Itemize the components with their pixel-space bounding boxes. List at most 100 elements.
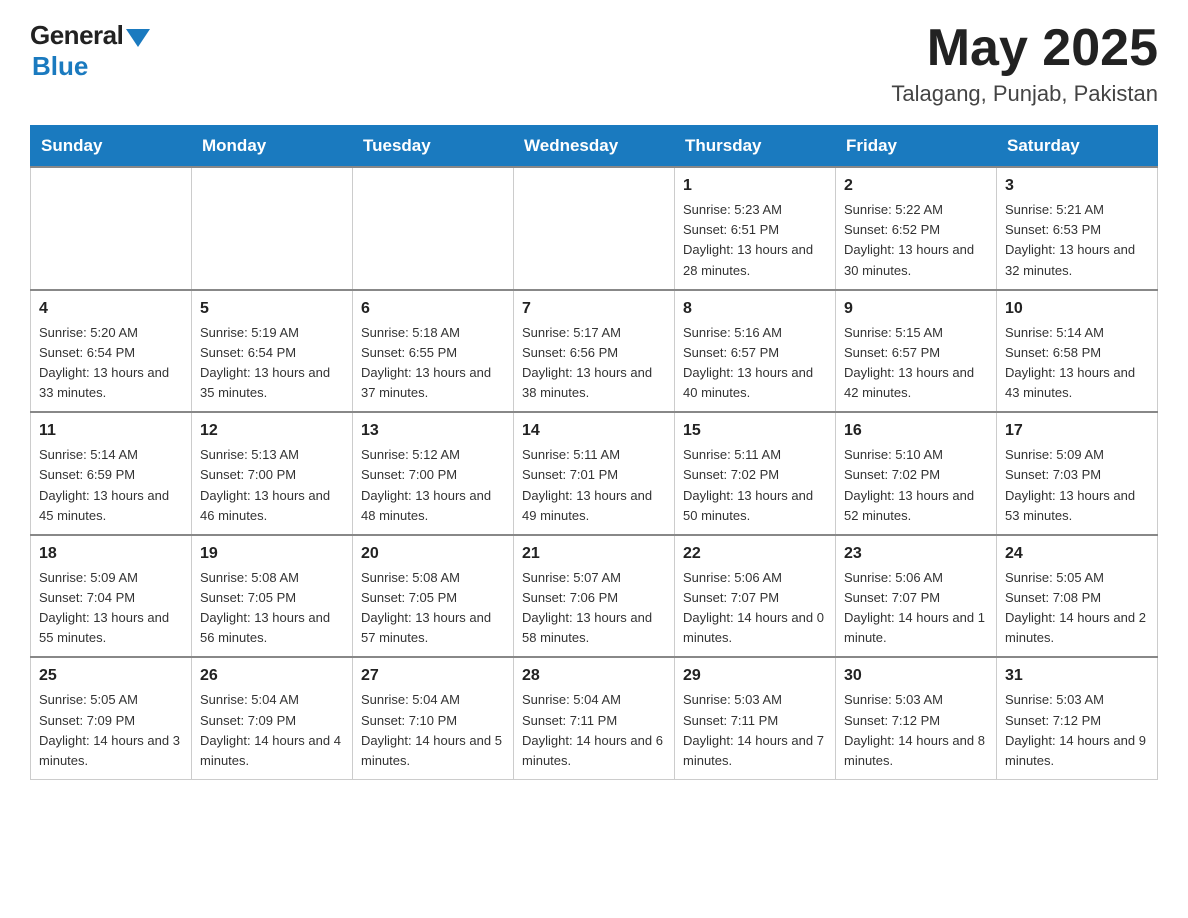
weekday-header-thursday: Thursday: [675, 126, 836, 168]
calendar-cell: 17Sunrise: 5:09 AMSunset: 7:03 PMDayligh…: [997, 412, 1158, 535]
day-number: 18: [39, 542, 183, 566]
calendar-cell: 13Sunrise: 5:12 AMSunset: 7:00 PMDayligh…: [353, 412, 514, 535]
day-number: 5: [200, 297, 344, 321]
calendar-cell: 10Sunrise: 5:14 AMSunset: 6:58 PMDayligh…: [997, 290, 1158, 413]
calendar-cell: 30Sunrise: 5:03 AMSunset: 7:12 PMDayligh…: [836, 657, 997, 779]
day-number: 6: [361, 297, 505, 321]
page-header: General Blue May 2025 Talagang, Punjab, …: [30, 20, 1158, 107]
week-row-5: 25Sunrise: 5:05 AMSunset: 7:09 PMDayligh…: [31, 657, 1158, 779]
calendar-cell: 20Sunrise: 5:08 AMSunset: 7:05 PMDayligh…: [353, 535, 514, 658]
calendar-cell: 27Sunrise: 5:04 AMSunset: 7:10 PMDayligh…: [353, 657, 514, 779]
day-number: 17: [1005, 419, 1149, 443]
day-number: 26: [200, 664, 344, 688]
calendar-cell: 25Sunrise: 5:05 AMSunset: 7:09 PMDayligh…: [31, 657, 192, 779]
day-info: Sunrise: 5:19 AMSunset: 6:54 PMDaylight:…: [200, 323, 344, 404]
calendar-cell: 5Sunrise: 5:19 AMSunset: 6:54 PMDaylight…: [192, 290, 353, 413]
day-number: 28: [522, 664, 666, 688]
day-info: Sunrise: 5:03 AMSunset: 7:12 PMDaylight:…: [1005, 690, 1149, 771]
week-row-3: 11Sunrise: 5:14 AMSunset: 6:59 PMDayligh…: [31, 412, 1158, 535]
calendar-cell: 21Sunrise: 5:07 AMSunset: 7:06 PMDayligh…: [514, 535, 675, 658]
logo: General Blue: [30, 20, 150, 82]
day-info: Sunrise: 5:21 AMSunset: 6:53 PMDaylight:…: [1005, 200, 1149, 281]
day-info: Sunrise: 5:03 AMSunset: 7:11 PMDaylight:…: [683, 690, 827, 771]
logo-arrow-icon: [126, 29, 150, 47]
day-number: 23: [844, 542, 988, 566]
day-number: 13: [361, 419, 505, 443]
calendar-cell: 9Sunrise: 5:15 AMSunset: 6:57 PMDaylight…: [836, 290, 997, 413]
calendar-cell: 22Sunrise: 5:06 AMSunset: 7:07 PMDayligh…: [675, 535, 836, 658]
week-row-4: 18Sunrise: 5:09 AMSunset: 7:04 PMDayligh…: [31, 535, 1158, 658]
day-number: 31: [1005, 664, 1149, 688]
day-number: 9: [844, 297, 988, 321]
day-number: 16: [844, 419, 988, 443]
calendar-cell: [31, 167, 192, 290]
day-number: 22: [683, 542, 827, 566]
day-info: Sunrise: 5:18 AMSunset: 6:55 PMDaylight:…: [361, 323, 505, 404]
calendar-cell: 23Sunrise: 5:06 AMSunset: 7:07 PMDayligh…: [836, 535, 997, 658]
day-info: Sunrise: 5:11 AMSunset: 7:02 PMDaylight:…: [683, 445, 827, 526]
day-number: 1: [683, 174, 827, 198]
day-number: 4: [39, 297, 183, 321]
day-number: 19: [200, 542, 344, 566]
day-info: Sunrise: 5:22 AMSunset: 6:52 PMDaylight:…: [844, 200, 988, 281]
day-number: 7: [522, 297, 666, 321]
title-section: May 2025 Talagang, Punjab, Pakistan: [891, 20, 1158, 107]
calendar-cell: 31Sunrise: 5:03 AMSunset: 7:12 PMDayligh…: [997, 657, 1158, 779]
calendar-cell: [514, 167, 675, 290]
logo-blue-text: Blue: [32, 51, 88, 82]
day-info: Sunrise: 5:06 AMSunset: 7:07 PMDaylight:…: [844, 568, 988, 649]
logo-general-text: General: [30, 20, 123, 51]
calendar-cell: 4Sunrise: 5:20 AMSunset: 6:54 PMDaylight…: [31, 290, 192, 413]
day-info: Sunrise: 5:08 AMSunset: 7:05 PMDaylight:…: [361, 568, 505, 649]
calendar-cell: 16Sunrise: 5:10 AMSunset: 7:02 PMDayligh…: [836, 412, 997, 535]
day-number: 27: [361, 664, 505, 688]
calendar-cell: 8Sunrise: 5:16 AMSunset: 6:57 PMDaylight…: [675, 290, 836, 413]
calendar-cell: 12Sunrise: 5:13 AMSunset: 7:00 PMDayligh…: [192, 412, 353, 535]
day-info: Sunrise: 5:03 AMSunset: 7:12 PMDaylight:…: [844, 690, 988, 771]
day-number: 10: [1005, 297, 1149, 321]
calendar-cell: 19Sunrise: 5:08 AMSunset: 7:05 PMDayligh…: [192, 535, 353, 658]
day-number: 11: [39, 419, 183, 443]
calendar-cell: 14Sunrise: 5:11 AMSunset: 7:01 PMDayligh…: [514, 412, 675, 535]
day-info: Sunrise: 5:14 AMSunset: 6:58 PMDaylight:…: [1005, 323, 1149, 404]
calendar-cell: 29Sunrise: 5:03 AMSunset: 7:11 PMDayligh…: [675, 657, 836, 779]
day-info: Sunrise: 5:04 AMSunset: 7:09 PMDaylight:…: [200, 690, 344, 771]
day-info: Sunrise: 5:11 AMSunset: 7:01 PMDaylight:…: [522, 445, 666, 526]
calendar-cell: 11Sunrise: 5:14 AMSunset: 6:59 PMDayligh…: [31, 412, 192, 535]
weekday-header-sunday: Sunday: [31, 126, 192, 168]
day-info: Sunrise: 5:16 AMSunset: 6:57 PMDaylight:…: [683, 323, 827, 404]
calendar-cell: 2Sunrise: 5:22 AMSunset: 6:52 PMDaylight…: [836, 167, 997, 290]
calendar-cell: 15Sunrise: 5:11 AMSunset: 7:02 PMDayligh…: [675, 412, 836, 535]
day-number: 3: [1005, 174, 1149, 198]
calendar-cell: 7Sunrise: 5:17 AMSunset: 6:56 PMDaylight…: [514, 290, 675, 413]
day-number: 25: [39, 664, 183, 688]
location-subtitle: Talagang, Punjab, Pakistan: [891, 81, 1158, 107]
calendar-table: SundayMondayTuesdayWednesdayThursdayFrid…: [30, 125, 1158, 780]
day-info: Sunrise: 5:17 AMSunset: 6:56 PMDaylight:…: [522, 323, 666, 404]
day-info: Sunrise: 5:04 AMSunset: 7:10 PMDaylight:…: [361, 690, 505, 771]
day-info: Sunrise: 5:12 AMSunset: 7:00 PMDaylight:…: [361, 445, 505, 526]
weekday-header-saturday: Saturday: [997, 126, 1158, 168]
day-info: Sunrise: 5:05 AMSunset: 7:08 PMDaylight:…: [1005, 568, 1149, 649]
day-number: 12: [200, 419, 344, 443]
day-number: 2: [844, 174, 988, 198]
day-number: 14: [522, 419, 666, 443]
day-info: Sunrise: 5:14 AMSunset: 6:59 PMDaylight:…: [39, 445, 183, 526]
day-number: 30: [844, 664, 988, 688]
weekday-header-wednesday: Wednesday: [514, 126, 675, 168]
day-info: Sunrise: 5:08 AMSunset: 7:05 PMDaylight:…: [200, 568, 344, 649]
day-info: Sunrise: 5:20 AMSunset: 6:54 PMDaylight:…: [39, 323, 183, 404]
weekday-header-tuesday: Tuesday: [353, 126, 514, 168]
day-info: Sunrise: 5:23 AMSunset: 6:51 PMDaylight:…: [683, 200, 827, 281]
calendar-cell: 28Sunrise: 5:04 AMSunset: 7:11 PMDayligh…: [514, 657, 675, 779]
calendar-cell: 24Sunrise: 5:05 AMSunset: 7:08 PMDayligh…: [997, 535, 1158, 658]
day-info: Sunrise: 5:04 AMSunset: 7:11 PMDaylight:…: [522, 690, 666, 771]
day-info: Sunrise: 5:09 AMSunset: 7:03 PMDaylight:…: [1005, 445, 1149, 526]
calendar-cell: 6Sunrise: 5:18 AMSunset: 6:55 PMDaylight…: [353, 290, 514, 413]
day-number: 24: [1005, 542, 1149, 566]
calendar-cell: [353, 167, 514, 290]
month-year-title: May 2025: [891, 20, 1158, 77]
day-info: Sunrise: 5:10 AMSunset: 7:02 PMDaylight:…: [844, 445, 988, 526]
day-number: 8: [683, 297, 827, 321]
day-number: 21: [522, 542, 666, 566]
